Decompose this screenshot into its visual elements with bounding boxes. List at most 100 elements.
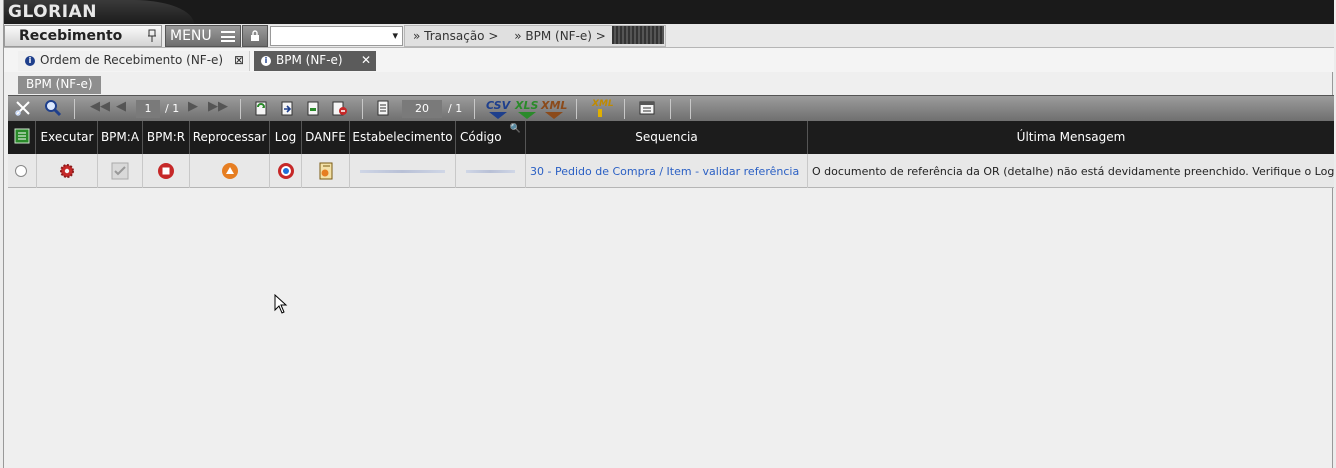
refresh-button[interactable] (252, 99, 270, 119)
document-icon (307, 101, 319, 116)
danfe-button[interactable] (302, 154, 350, 188)
document-remove-icon (332, 101, 347, 116)
column-ultima-mensagem[interactable]: Última Mensagem (808, 121, 1334, 154)
column-sequencia[interactable]: Sequencia (526, 121, 808, 154)
chevron-down-icon: ▾ (392, 29, 398, 42)
codigo-cell (456, 154, 526, 188)
toolbar-divider (74, 99, 75, 119)
toolbar-divider (362, 99, 363, 119)
document-button[interactable] (304, 99, 322, 119)
export-csv-button[interactable]: CSV (486, 99, 510, 119)
breadcrumb-item-transacao[interactable]: » Transação > (413, 29, 504, 43)
window-layout-icon (639, 101, 655, 115)
tools-button[interactable] (14, 99, 32, 119)
page-total: / 1 (165, 102, 180, 115)
column-executar[interactable]: Executar (37, 121, 98, 154)
menu-button[interactable]: MENU (165, 25, 241, 47)
column-bpm-r[interactable]: BPM:R (143, 121, 190, 154)
column-danfe[interactable]: DANFE (302, 121, 350, 154)
remove-document-button[interactable] (330, 99, 348, 119)
column-filter-icon[interactable]: 🔍 (510, 124, 521, 134)
layout-button[interactable] (638, 99, 656, 119)
export-xls-button[interactable]: XLS (515, 99, 538, 119)
refresh-icon (255, 101, 267, 116)
last-page-icon: ▶▶ (208, 99, 228, 114)
ultima-mensagem-cell: O documento de referência da OR (detalhe… (808, 154, 1334, 188)
module-title[interactable]: Recebimento (4, 25, 162, 47)
bpm-r-button[interactable] (143, 154, 190, 188)
export-arrow-icon (545, 112, 564, 119)
sequencia-cell[interactable]: 30 - Pedido de Compra / Item - validar r… (526, 154, 808, 188)
prev-page-icon: ◀ (116, 99, 126, 114)
export-arrow-icon (517, 112, 536, 119)
subtab-label: BPM (NF-e) (18, 76, 101, 94)
import-icon (281, 101, 293, 116)
xml-key-button[interactable]: XML (592, 99, 614, 117)
module-bar: Recebimento MENU ▾ » Transação > » BPM (… (4, 24, 1334, 48)
import-button[interactable] (278, 99, 296, 119)
gear-icon (60, 164, 74, 178)
reprocess-icon (221, 163, 238, 179)
tab-ordem-recebimento[interactable]: i Ordem de Recebimento (NF-e) ⊠ (18, 51, 250, 71)
page-size-input[interactable]: 20 (402, 100, 442, 118)
ultima-mensagem-text: O documento de referência da OR (detalhe… (812, 165, 1334, 178)
next-page-button[interactable]: ▶ (188, 99, 198, 119)
app-frame: GLORIAN Recebimento MENU ▾ » Transação >… (3, 0, 1334, 468)
column-codigo[interactable]: Código 🔍 (456, 121, 526, 154)
row-select-radio[interactable] (15, 165, 27, 177)
checkbox-checked-icon (111, 162, 129, 180)
close-tab-icon[interactable]: ⊠ (234, 53, 244, 67)
column-bpm-a[interactable]: BPM:A (98, 121, 143, 154)
row-select-cell (8, 154, 37, 188)
breadcrumb-item-bpm[interactable]: » BPM (NF-e) > (514, 29, 612, 43)
pin-icon[interactable] (147, 29, 157, 43)
page-number-input[interactable]: 1 (136, 100, 160, 118)
breadcrumb-pattern (612, 26, 664, 44)
page-icon (377, 100, 389, 116)
page-size-button[interactable] (374, 99, 392, 119)
tab-label: Ordem de Recebimento (NF-e) (40, 53, 224, 67)
log-button[interactable] (270, 154, 302, 188)
key-icon (598, 109, 602, 117)
page-size-total: / 1 (448, 102, 463, 115)
list-select-icon (14, 128, 29, 144)
estabelecimento-cell (350, 154, 456, 188)
hamburger-icon (221, 31, 235, 42)
search-icon (45, 100, 62, 117)
scissors-tools-icon (15, 101, 30, 116)
executar-button[interactable] (37, 154, 98, 188)
grid-toolbar: ◀◀ ◀ 1 / 1 ▶ ▶▶ 20 / 1 CSV XLS XML XML (8, 95, 1334, 121)
toolbar-divider (624, 99, 625, 119)
redacted-value (466, 170, 515, 173)
select-all-button[interactable] (8, 121, 36, 154)
danfe-document-icon (319, 162, 332, 180)
column-estabelecimento[interactable]: Estabelecimento (350, 121, 456, 154)
mouse-cursor-icon (274, 294, 288, 314)
top-header: GLORIAN (4, 0, 1334, 24)
log-eye-icon (277, 163, 294, 179)
search-button[interactable] (44, 99, 62, 119)
lock-icon (251, 30, 259, 41)
sequencia-link[interactable]: 30 - Pedido de Compra / Item - validar r… (526, 165, 799, 178)
menu-button-label: MENU (170, 28, 212, 44)
lock-button[interactable] (242, 25, 268, 47)
first-page-button[interactable]: ◀◀ (90, 99, 110, 119)
last-page-button[interactable]: ▶▶ (208, 99, 228, 119)
tab-bpm-nfe[interactable]: i BPM (NF-e) ✕ (254, 51, 376, 71)
column-reprocessar[interactable]: Reprocessar (190, 121, 270, 154)
stop-icon (158, 163, 174, 179)
bpm-a-checkbox[interactable] (98, 154, 143, 188)
close-tab-icon[interactable]: ✕ (361, 53, 371, 67)
reprocessar-button[interactable] (190, 154, 270, 188)
table-row[interactable]: 30 - Pedido de Compra / Item - validar r… (8, 154, 1334, 188)
tab-bar: i Ordem de Recebimento (NF-e) ⊠ i BPM (N… (4, 48, 1334, 72)
grid-header: Executar BPM:A BPM:R Reprocessar Log DAN… (8, 121, 1334, 154)
toolbar-divider (670, 99, 671, 119)
toolbar-divider (240, 99, 241, 119)
next-page-icon: ▶ (188, 99, 198, 114)
transaction-select[interactable]: ▾ (270, 26, 403, 46)
export-xml-button[interactable]: XML (541, 99, 567, 119)
first-page-icon: ◀◀ (90, 99, 110, 114)
column-log[interactable]: Log (270, 121, 302, 154)
prev-page-button[interactable]: ◀ (116, 99, 126, 119)
